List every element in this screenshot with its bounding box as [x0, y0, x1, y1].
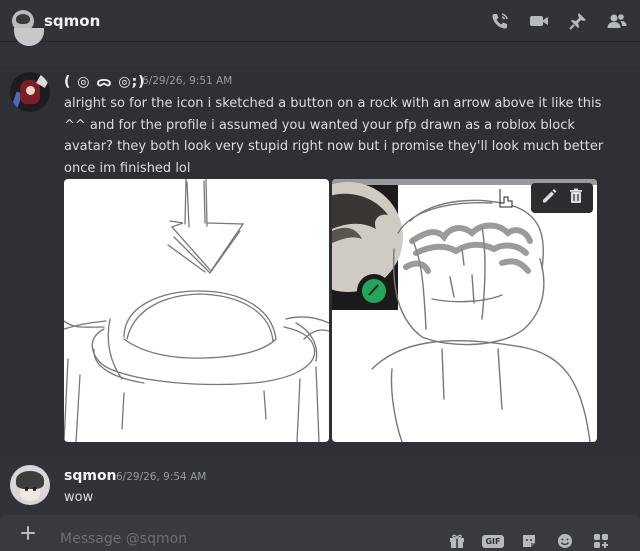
- sketch-image-button-rock[interactable]: [64, 179, 329, 442]
- previous-avatar: [14, 28, 44, 46]
- sketch-image-roblox-avatar[interactable]: [332, 179, 597, 442]
- channel-title[interactable]: sqmon: [44, 12, 100, 30]
- message-body: alright so for the icon i sketched a but…: [64, 96, 604, 176]
- header-tools: [490, 11, 628, 31]
- message-timestamp: 6/29/26, 9:54 AM: [116, 471, 207, 483]
- channel-header: sqmon: [0, 0, 640, 42]
- apps-icon[interactable]: [590, 531, 612, 551]
- message-username[interactable]: ( ◎ ᯅ ◎;): [64, 72, 146, 91]
- message-username[interactable]: sqmon: [64, 468, 117, 484]
- message-body: wow: [64, 490, 94, 505]
- edit-icon[interactable]: [540, 187, 558, 209]
- sticker-icon[interactable]: [518, 531, 540, 551]
- trash-icon[interactable]: [567, 187, 585, 209]
- avatar[interactable]: [10, 465, 50, 505]
- video-camera-icon[interactable]: [528, 11, 550, 31]
- image-action-bar: [531, 183, 593, 213]
- members-icon[interactable]: [606, 11, 628, 31]
- phone-call-icon[interactable]: [490, 11, 510, 31]
- gif-icon[interactable]: GIF: [482, 531, 504, 551]
- message-composer: GIF: [0, 515, 640, 551]
- pin-icon[interactable]: [568, 11, 588, 31]
- avatar[interactable]: [10, 72, 50, 112]
- add-attachment-icon[interactable]: [16, 521, 40, 545]
- composer-tools: GIF: [446, 531, 612, 551]
- message-timestamp: 6/29/26, 9:51 AM: [142, 75, 233, 87]
- emoji-icon[interactable]: [554, 531, 576, 551]
- gift-icon[interactable]: [446, 531, 468, 551]
- message-input[interactable]: [60, 515, 430, 551]
